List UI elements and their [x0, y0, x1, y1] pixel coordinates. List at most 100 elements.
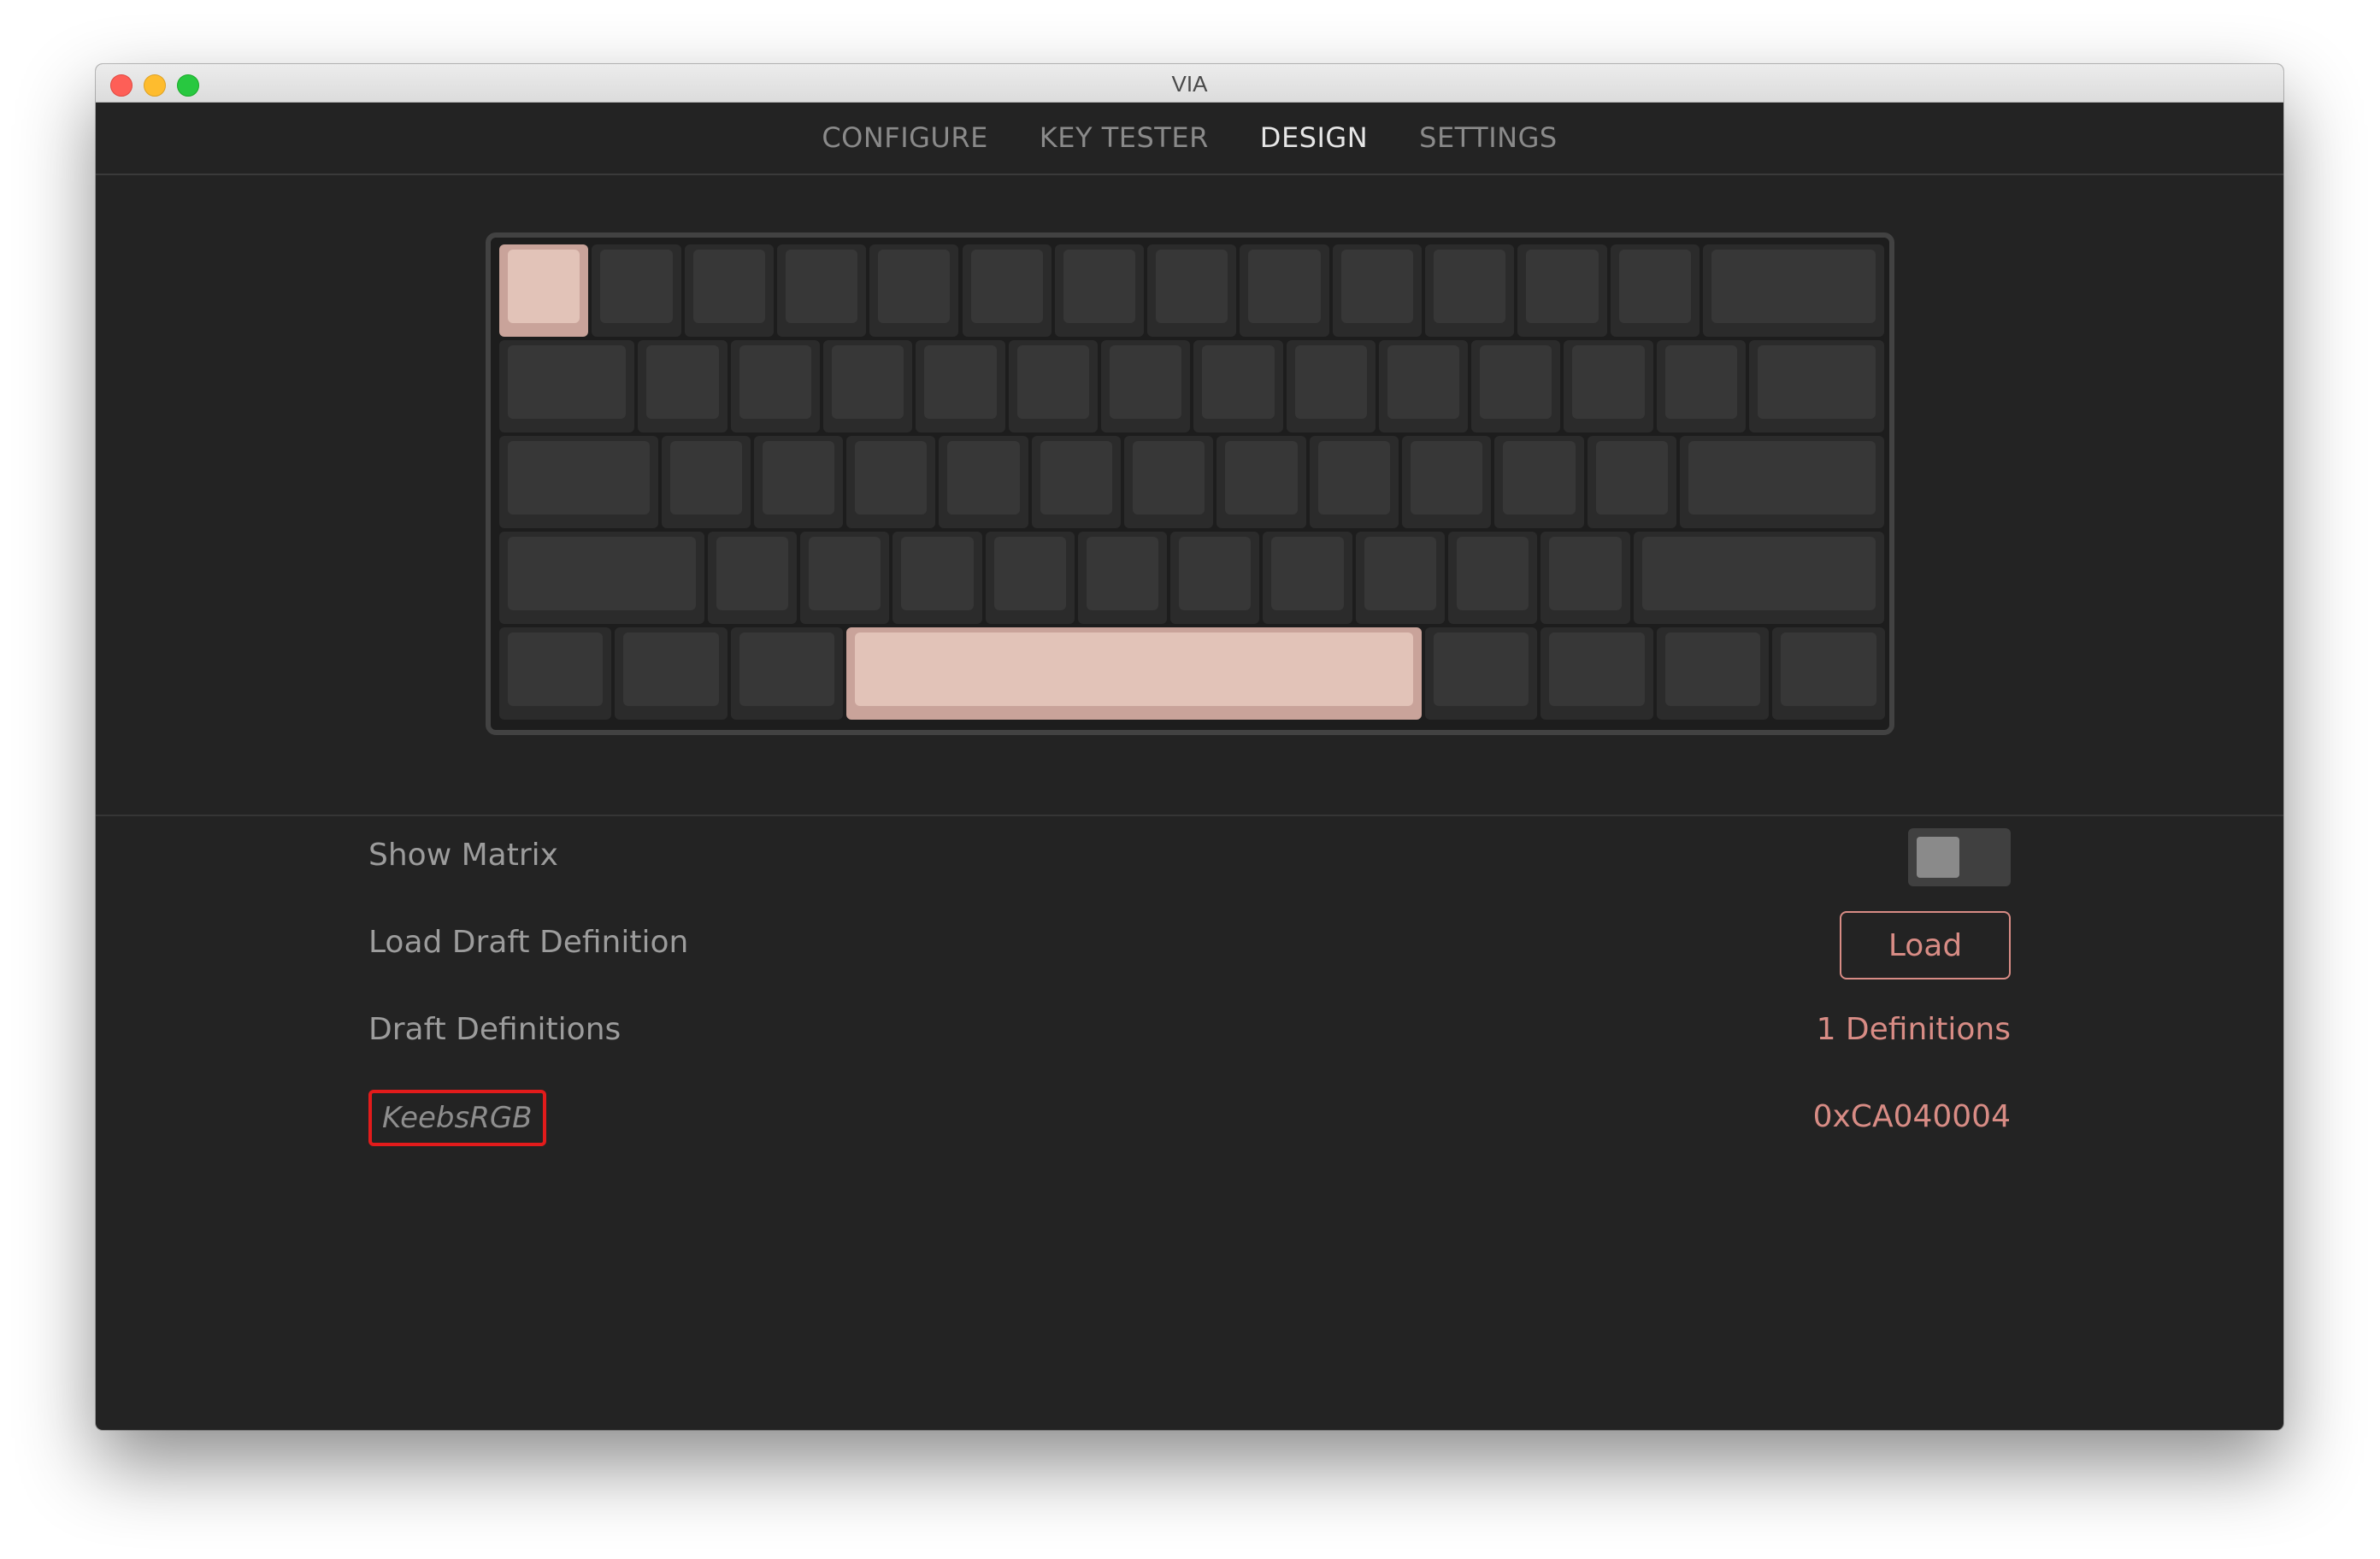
key[interactable] [1494, 436, 1584, 528]
key[interactable] [1240, 244, 1329, 337]
key[interactable] [684, 244, 774, 337]
keycap [1248, 250, 1321, 323]
keycap [1549, 632, 1645, 706]
key[interactable] [753, 436, 844, 528]
key[interactable] [499, 340, 635, 432]
key[interactable] [1702, 244, 1885, 337]
key[interactable] [1031, 436, 1122, 528]
key[interactable] [638, 340, 728, 432]
key[interactable] [1193, 340, 1283, 432]
keycap [1618, 250, 1691, 323]
key[interactable] [1448, 532, 1538, 624]
via-window: VIA CONFIGURE KEY TESTER DESIGN SETTINGS… [96, 64, 2283, 1430]
key[interactable] [916, 340, 1005, 432]
keycap [855, 441, 928, 515]
tab-settings[interactable]: SETTINGS [1419, 121, 1558, 154]
keycap [1595, 441, 1668, 515]
key[interactable] [730, 340, 821, 432]
keycap [1294, 345, 1367, 419]
key[interactable] [1772, 627, 1885, 720]
key-selected[interactable] [499, 244, 589, 337]
key[interactable] [1077, 532, 1168, 624]
key[interactable] [1749, 340, 1885, 432]
key[interactable] [1100, 340, 1191, 432]
keycap [924, 345, 997, 419]
key[interactable] [1401, 436, 1492, 528]
key[interactable] [1147, 244, 1237, 337]
key[interactable] [1286, 340, 1376, 432]
key[interactable] [1309, 436, 1399, 528]
key[interactable] [869, 244, 959, 337]
key[interactable] [1332, 244, 1422, 337]
keycap [508, 345, 627, 419]
keycap [623, 632, 719, 706]
key[interactable] [499, 436, 658, 528]
tab-configure[interactable]: CONFIGURE [822, 121, 987, 154]
keycap [1202, 345, 1275, 419]
tab-key-tester[interactable]: KEY TESTER [1040, 121, 1209, 154]
keycap [993, 537, 1066, 610]
key[interactable] [1124, 436, 1214, 528]
keycap [808, 537, 881, 610]
key[interactable] [1541, 532, 1630, 624]
keycap [1688, 441, 1876, 515]
keycap [1457, 537, 1529, 610]
load-button[interactable]: Load [1840, 911, 2011, 980]
key[interactable] [1587, 436, 1676, 528]
key[interactable] [1217, 436, 1306, 528]
key[interactable] [1656, 627, 1770, 720]
show-matrix-toggle[interactable] [1908, 828, 2011, 886]
key[interactable] [1008, 340, 1098, 432]
key[interactable] [730, 627, 844, 720]
keycap [1271, 537, 1344, 610]
key[interactable] [592, 244, 681, 337]
show-matrix-label: Show Matrix [368, 838, 558, 873]
key[interactable] [962, 244, 1052, 337]
key[interactable] [776, 244, 867, 337]
key[interactable] [799, 532, 890, 624]
key[interactable] [1517, 244, 1607, 337]
key-selected[interactable] [846, 627, 1422, 720]
keycap [1225, 441, 1298, 515]
key[interactable] [661, 436, 751, 528]
keycap [1480, 345, 1552, 419]
key[interactable] [939, 436, 1028, 528]
keycap [901, 537, 974, 610]
key[interactable] [1054, 244, 1145, 337]
keycap [832, 345, 904, 419]
key[interactable] [1378, 340, 1469, 432]
key[interactable] [1425, 627, 1538, 720]
key[interactable] [1425, 244, 1515, 337]
key[interactable] [615, 627, 728, 720]
keycap [508, 537, 696, 610]
keycap [1109, 345, 1182, 419]
keycap [1503, 441, 1576, 515]
draft-definitions-label: Draft Definitions [368, 1012, 622, 1047]
load-draft-definition-label: Load Draft Definition [368, 925, 689, 960]
keycap [1781, 632, 1876, 706]
keycap [1317, 441, 1390, 515]
key[interactable] [1656, 340, 1747, 432]
key[interactable] [499, 532, 704, 624]
keycap [1711, 250, 1876, 323]
keycap [1086, 537, 1159, 610]
key[interactable] [1263, 532, 1352, 624]
keycap [1549, 537, 1622, 610]
key[interactable] [1610, 244, 1700, 337]
tab-design[interactable]: DESIGN [1260, 121, 1368, 154]
key[interactable] [1170, 532, 1260, 624]
key[interactable] [499, 627, 612, 720]
key[interactable] [1564, 340, 1653, 432]
key[interactable] [1633, 532, 1885, 624]
key[interactable] [1471, 340, 1561, 432]
key[interactable] [846, 436, 936, 528]
key[interactable] [1541, 627, 1653, 720]
key[interactable] [1355, 532, 1446, 624]
key[interactable] [1679, 436, 1885, 528]
toggle-knob [1917, 837, 1959, 878]
key[interactable] [707, 532, 797, 624]
keycap [739, 632, 835, 706]
key[interactable] [985, 532, 1075, 624]
key[interactable] [823, 340, 913, 432]
key[interactable] [892, 532, 982, 624]
